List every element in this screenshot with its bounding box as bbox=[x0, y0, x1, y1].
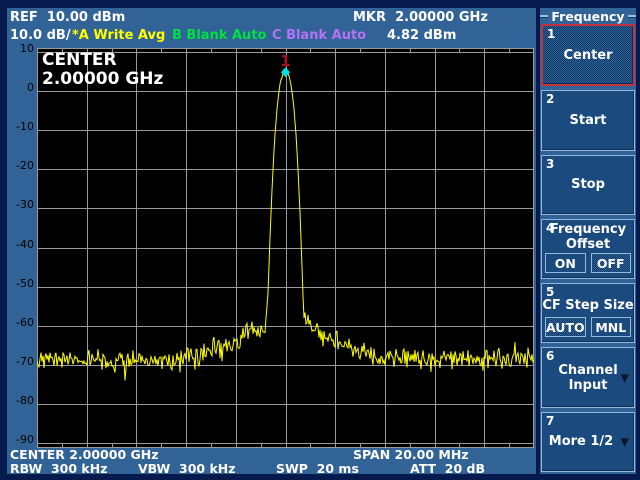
rbw-readout: RBW 300 kHz bbox=[10, 462, 107, 476]
spectrum-plot: 1 bbox=[37, 48, 534, 448]
menu-title: Frequency bbox=[551, 9, 624, 24]
trace-a-line bbox=[37, 71, 534, 380]
menu-title-line-right bbox=[628, 15, 636, 18]
softkey-label-line1: Frequency bbox=[550, 222, 626, 237]
frequency-offset-toggle: ON OFF bbox=[545, 253, 631, 273]
center-freq-readout: CENTER 2.00000 GHz bbox=[10, 448, 159, 462]
cf-step-size-toggle: AUTO MNL bbox=[545, 317, 631, 337]
y-axis-tick-label: -30 bbox=[0, 198, 34, 211]
softkey-label-line2: Offset bbox=[566, 237, 610, 252]
marker-readout-level: 4.82 dBm bbox=[387, 28, 456, 43]
softkey-label: CF Step Size bbox=[542, 284, 634, 317]
menu-title-line-left bbox=[540, 15, 548, 18]
plot-center-annotation: CENTER 2.00000 GHz bbox=[42, 51, 163, 89]
mkr-label: MKR bbox=[353, 10, 386, 25]
spectrum-analyzer-screen: REF 10.00 dBm MKR 2.00000 GHz 10.0 dB/ *… bbox=[0, 0, 640, 480]
graticule-display: 1 bbox=[37, 48, 534, 448]
trace-c-status: C Blank Auto bbox=[272, 28, 366, 43]
toggle-on-button[interactable]: ON bbox=[545, 253, 586, 273]
att-value: 20 dB bbox=[445, 461, 485, 476]
softkey-frequency-offset[interactable]: 4 Frequency Offset ON OFF bbox=[541, 219, 635, 279]
trace-a-status: *A Write Avg bbox=[72, 28, 165, 43]
vbw-value: 300 kHz bbox=[179, 461, 236, 476]
softkey-number: 4 bbox=[546, 221, 554, 235]
softkey-number: 2 bbox=[546, 92, 554, 106]
att-label: ATT bbox=[410, 461, 436, 476]
softkey-stop[interactable]: 3 Stop bbox=[541, 155, 635, 215]
chevron-down-icon: ▼ bbox=[621, 372, 629, 383]
menu-title-row: Frequency bbox=[540, 9, 636, 23]
ref-level-readout: REF 10.00 dBm bbox=[10, 10, 125, 25]
softkey-label: Center bbox=[543, 26, 633, 84]
span-readout: SPAN 20.00 MHz bbox=[353, 448, 469, 462]
softkey-number: 1 bbox=[547, 27, 555, 41]
ref-label: REF bbox=[10, 10, 38, 25]
toggle-off-button[interactable]: OFF bbox=[591, 253, 632, 273]
softkey-menu: Frequency 1 Center 2 Start 3 Stop 4 Freq… bbox=[540, 8, 636, 474]
sweep-readout: SWP 20 ms bbox=[276, 462, 359, 476]
chevron-down-icon: ▼ bbox=[621, 436, 629, 447]
softkey-channel-input[interactable]: 6 Channel Input ▼ bbox=[541, 347, 635, 407]
attenuation-readout: ATT 20 dB bbox=[410, 462, 485, 476]
softkey-number: 3 bbox=[546, 157, 554, 171]
swp-value: 20 ms bbox=[317, 461, 359, 476]
softkey-center[interactable]: 1 Center bbox=[541, 24, 635, 86]
softkey-more[interactable]: 7 More 1/2 ▼ bbox=[541, 412, 635, 472]
menu-buttons: 1 Center 2 Start 3 Stop 4 Frequency Offs… bbox=[540, 23, 636, 474]
rbw-label: RBW bbox=[10, 461, 42, 476]
y-axis-tick-label: -70 bbox=[0, 355, 34, 368]
ref-value: 10.00 dBm bbox=[47, 10, 125, 25]
y-axis-tick-label: -50 bbox=[0, 277, 34, 290]
y-axis-tick-label: -40 bbox=[0, 238, 34, 251]
softkey-label-line1: Channel bbox=[558, 363, 617, 378]
trace-b-status: B Blank Auto bbox=[172, 28, 266, 43]
softkey-number: 5 bbox=[546, 285, 554, 299]
grid-lines bbox=[37, 48, 534, 448]
vbw-label: VBW bbox=[138, 461, 170, 476]
y-axis-tick-label: 0 bbox=[0, 81, 34, 94]
softkey-number: 6 bbox=[546, 349, 554, 363]
y-axis-tick-label: 10 bbox=[0, 42, 34, 55]
softkey-number: 7 bbox=[546, 414, 554, 428]
plot-center-annotation-line2: 2.00000 GHz bbox=[42, 70, 163, 89]
rbw-value: 300 kHz bbox=[51, 461, 108, 476]
softkey-label: Start bbox=[542, 91, 634, 149]
softkey-label: Frequency Offset bbox=[542, 220, 634, 253]
mkr-freq: 2.00000 GHz bbox=[395, 10, 488, 25]
y-axis-tick-label: -90 bbox=[0, 433, 34, 446]
toggle-auto-button[interactable]: AUTO bbox=[545, 317, 586, 337]
scale-readout: 10.0 dB/ bbox=[10, 28, 71, 43]
y-axis-tick-label: -10 bbox=[0, 120, 34, 133]
y-axis-tick-label: -80 bbox=[0, 394, 34, 407]
swp-label: SWP bbox=[276, 461, 308, 476]
vbw-readout: VBW 300 kHz bbox=[138, 462, 236, 476]
softkey-cf-step-size[interactable]: 5 CF Step Size AUTO MNL bbox=[541, 283, 635, 343]
softkey-label-line2: Input bbox=[569, 378, 608, 393]
y-axis-tick-label: -60 bbox=[0, 316, 34, 329]
toggle-mnl-button[interactable]: MNL bbox=[591, 317, 631, 337]
plot-center-annotation-line1: CENTER bbox=[42, 51, 163, 70]
y-axis-tick-label: -20 bbox=[0, 159, 34, 172]
marker-readout-freq: MKR 2.00000 GHz bbox=[353, 10, 488, 25]
softkey-start[interactable]: 2 Start bbox=[541, 90, 635, 150]
softkey-label: Stop bbox=[542, 156, 634, 214]
